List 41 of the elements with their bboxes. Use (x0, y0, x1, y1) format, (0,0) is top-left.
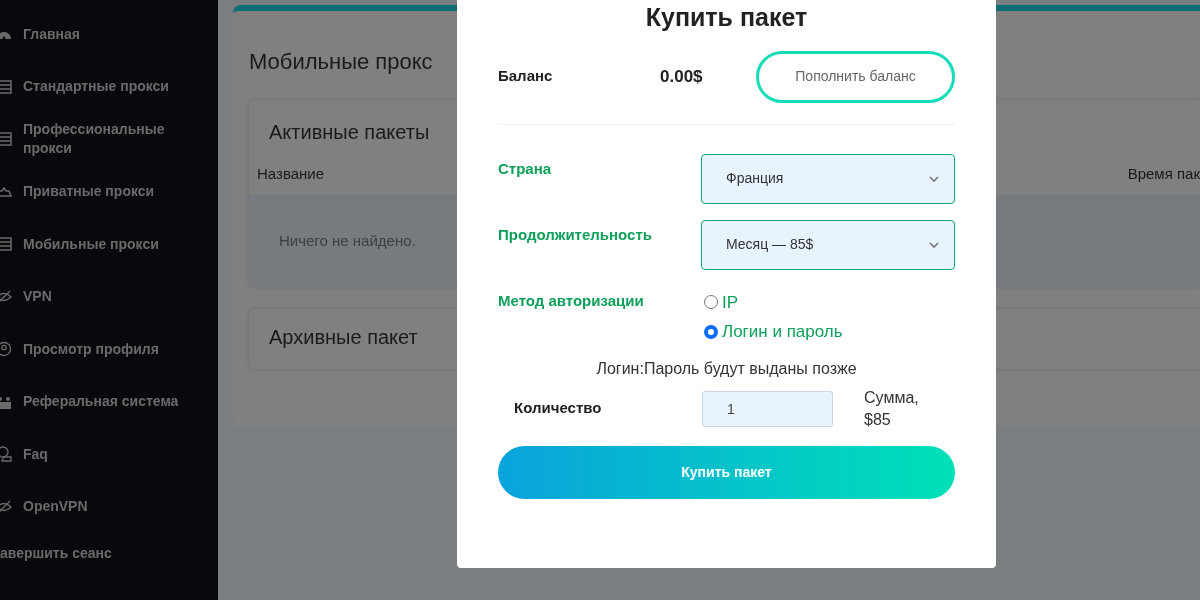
sidebar-item[interactable]: OpenVPN (23, 497, 183, 517)
radio-button[interactable] (704, 324, 718, 339)
quantity-label: Количество (513, 398, 603, 419)
sidebar-item[interactable]: Faq (23, 444, 183, 464)
chevron-down-icon (928, 240, 940, 249)
radio-option[interactable]: Логин и пароль (704, 319, 843, 345)
top-up-button[interactable]: Пополнить баланс (756, 50, 955, 103)
modal-title: Купить пакет (644, 2, 809, 33)
user-icon (0, 341, 12, 358)
chat-icon (0, 446, 12, 463)
field-label: Страна (498, 158, 552, 179)
column-header: Время пак (1127, 164, 1200, 184)
country-select[interactable]: Франция (701, 153, 955, 204)
balance-label: Баланс (498, 66, 554, 87)
note-text: Логин:Пароль будут выданы позже (596, 359, 857, 377)
page-title: Мобильные прокс (249, 48, 434, 76)
sidebar-item[interactable]: Реферальная система (23, 392, 183, 412)
buy-button[interactable]: Купить пакет (498, 445, 955, 499)
sidebar-item[interactable]: авершить сеанс (0, 543, 112, 563)
section-title: Активные пакеты (269, 120, 430, 145)
sidebar-item[interactable]: Стандартные прокси (23, 77, 183, 97)
balance-value: 0.00$ (660, 65, 704, 88)
server-icon (0, 131, 12, 148)
server-icon (0, 236, 12, 253)
field-label: Метод авторизации (498, 290, 645, 311)
sidebar-item[interactable]: Приватные прокси (23, 182, 183, 202)
column-header: Название (257, 164, 325, 184)
server-icon (0, 78, 12, 95)
section-title: Архивные пакет (269, 325, 418, 350)
sidebar-item[interactable]: Главная (23, 24, 183, 44)
sidebar-item[interactable]: Профессиональные прокси (23, 120, 183, 159)
sidebar-item[interactable]: Мобильные прокси (23, 234, 183, 254)
empty-message: Ничего не найдено. (279, 230, 416, 251)
sidebar-item[interactable]: VPN (23, 287, 183, 307)
sum-text: Сумма, $85 (864, 387, 920, 430)
quantity-field[interactable]: 1 (702, 390, 833, 427)
sidebar-item[interactable]: Просмотр профиля (23, 339, 183, 359)
chevron-down-icon (928, 174, 940, 183)
field-label: Продолжительность (498, 224, 652, 245)
radio-option[interactable]: IP (704, 289, 843, 315)
duration-select[interactable]: Месяц — 85$ (701, 219, 955, 270)
